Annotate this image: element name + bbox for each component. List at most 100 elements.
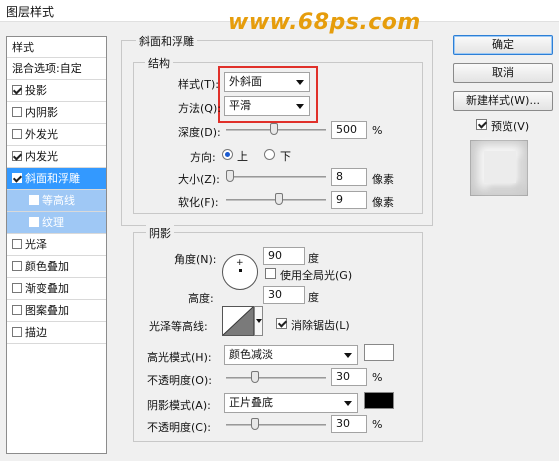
chevron-down-icon: [344, 353, 352, 358]
sidebar-item-checkbox[interactable]: [12, 129, 22, 139]
sidebar-item-label: 混合选项:自定: [12, 62, 82, 75]
shadow-mode-value: 正片叠底: [229, 396, 273, 409]
direction-down-label: 下: [280, 150, 291, 163]
technique-select[interactable]: 平滑: [224, 96, 310, 116]
highlight-mode-label: 高光模式(H):: [147, 351, 212, 364]
sidebar-item-label: 内阴影: [25, 106, 58, 119]
sidebar-item-checkbox[interactable]: [12, 151, 22, 161]
sidebar-item[interactable]: 斜面和浮雕: [7, 168, 106, 190]
preview-label: 预览(V): [491, 120, 530, 133]
global-light-checkbox[interactable]: [265, 268, 276, 279]
depth-input[interactable]: 500: [331, 121, 367, 139]
sidebar-item[interactable]: 光泽: [7, 234, 106, 256]
size-unit: 像素: [372, 173, 394, 186]
sidebar-item-label: 纹理: [42, 216, 64, 229]
direction-down-radio[interactable]: [264, 149, 275, 160]
shading-title: 阴影: [146, 225, 174, 241]
sidebar-item[interactable]: 渐变叠加: [7, 278, 106, 300]
altitude-unit: 度: [308, 291, 319, 304]
size-input[interactable]: 8: [331, 168, 367, 186]
style-preview-swatch: [470, 140, 528, 196]
ok-button[interactable]: 确定: [453, 35, 553, 55]
gloss-contour-preview[interactable]: [222, 306, 254, 336]
sidebar-item-label: 投影: [25, 84, 47, 97]
highlight-color-swatch[interactable]: [364, 344, 394, 361]
sidebar-item-checkbox[interactable]: [29, 217, 39, 227]
direction-label: 方向:: [190, 151, 216, 164]
sidebar-item[interactable]: 颜色叠加: [7, 256, 106, 278]
angle-label: 角度(N):: [174, 253, 217, 266]
new-style-button[interactable]: 新建样式(W)...: [453, 91, 553, 111]
sidebar-item[interactable]: 外发光: [7, 124, 106, 146]
angle-crosshair-icon: +: [236, 258, 244, 268]
shadow-opacity-thumb[interactable]: [250, 418, 259, 430]
highlight-opacity-input[interactable]: 30: [331, 368, 367, 386]
highlight-opacity-slider[interactable]: [226, 377, 326, 379]
sidebar-item-checkbox[interactable]: [12, 283, 22, 293]
highlight-mode-value: 颜色减淡: [229, 348, 273, 361]
highlight-mode-select[interactable]: 颜色减淡: [224, 345, 358, 365]
sidebar-item[interactable]: 等高线: [7, 190, 106, 212]
soften-input[interactable]: 9: [331, 191, 367, 209]
direction-up-label: 上: [237, 150, 248, 163]
size-slider-thumb[interactable]: [225, 170, 234, 182]
sidebar-item-checkbox[interactable]: [12, 261, 22, 271]
technique-label: 方法(Q):: [178, 102, 221, 115]
shadow-color-swatch[interactable]: [364, 392, 394, 409]
shadow-mode-select[interactable]: 正片叠底: [224, 393, 358, 413]
sidebar-item-checkbox[interactable]: [29, 195, 39, 205]
gloss-contour-dropdown[interactable]: [254, 306, 263, 336]
contour-linear-icon: [222, 306, 254, 336]
gloss-contour-label: 光泽等高线:: [149, 320, 208, 333]
sidebar-item-checkbox[interactable]: [12, 239, 22, 249]
chevron-down-icon: [296, 104, 304, 109]
depth-slider-thumb[interactable]: [270, 123, 278, 135]
style-label: 样式(T):: [178, 78, 220, 91]
sidebar-item[interactable]: 内发光: [7, 146, 106, 168]
sidebar-item[interactable]: 混合选项:自定: [7, 58, 106, 80]
direction-up-radio[interactable]: [222, 149, 233, 160]
style-list-header: 样式: [7, 37, 106, 58]
style-select-value: 外斜面: [229, 75, 262, 88]
soften-unit: 像素: [372, 196, 394, 209]
technique-select-value: 平滑: [229, 99, 251, 112]
sidebar-item[interactable]: 描边: [7, 322, 106, 344]
sidebar-item-checkbox[interactable]: [12, 305, 22, 315]
sidebar-item-label: 内发光: [25, 150, 58, 163]
sidebar-item-label: 描边: [25, 326, 47, 339]
sidebar-item-checkbox[interactable]: [12, 85, 22, 95]
angle-input[interactable]: 90: [263, 247, 305, 265]
sidebar-item-checkbox[interactable]: [12, 107, 22, 117]
sidebar-item[interactable]: 投影: [7, 80, 106, 102]
shadow-opacity-label: 不透明度(C):: [147, 421, 211, 434]
shadow-opacity-input[interactable]: 30: [331, 415, 367, 433]
soften-slider-thumb[interactable]: [274, 193, 283, 205]
shadow-mode-label: 阴影模式(A):: [147, 399, 211, 412]
cancel-button[interactable]: 取消: [453, 63, 553, 83]
preview-checkbox[interactable]: [476, 119, 487, 130]
sidebar-item[interactable]: 纹理: [7, 212, 106, 234]
shadow-opacity-slider[interactable]: [226, 424, 326, 426]
sidebar-item-label: 等高线: [42, 194, 75, 207]
chevron-down-icon: [256, 319, 262, 323]
sidebar-item[interactable]: 图案叠加: [7, 300, 106, 322]
altitude-input[interactable]: 30: [263, 286, 305, 304]
sidebar-item-checkbox[interactable]: [12, 173, 22, 183]
depth-label: 深度(D):: [178, 126, 221, 139]
sidebar-item-label: 渐变叠加: [25, 282, 69, 295]
style-list-header-label: 样式: [12, 41, 34, 54]
sidebar-item-label: 外发光: [25, 128, 58, 141]
size-slider[interactable]: [226, 176, 326, 178]
angle-dial-center: [239, 269, 242, 272]
angle-dial[interactable]: +: [222, 254, 258, 290]
sidebar-item-label: 颜色叠加: [25, 260, 69, 273]
antialias-checkbox[interactable]: [276, 318, 287, 329]
highlight-opacity-label: 不透明度(O):: [147, 374, 212, 387]
style-select[interactable]: 外斜面: [224, 72, 310, 92]
style-preview-sample: [484, 151, 516, 183]
sidebar-item-checkbox[interactable]: [12, 327, 22, 337]
sidebar-item-label: 斜面和浮雕: [25, 172, 80, 185]
highlight-opacity-thumb[interactable]: [250, 371, 259, 383]
style-list: 样式 混合选项:自定投影内阴影外发光内发光斜面和浮雕等高线纹理光泽颜色叠加渐变叠…: [6, 36, 107, 454]
sidebar-item[interactable]: 内阴影: [7, 102, 106, 124]
